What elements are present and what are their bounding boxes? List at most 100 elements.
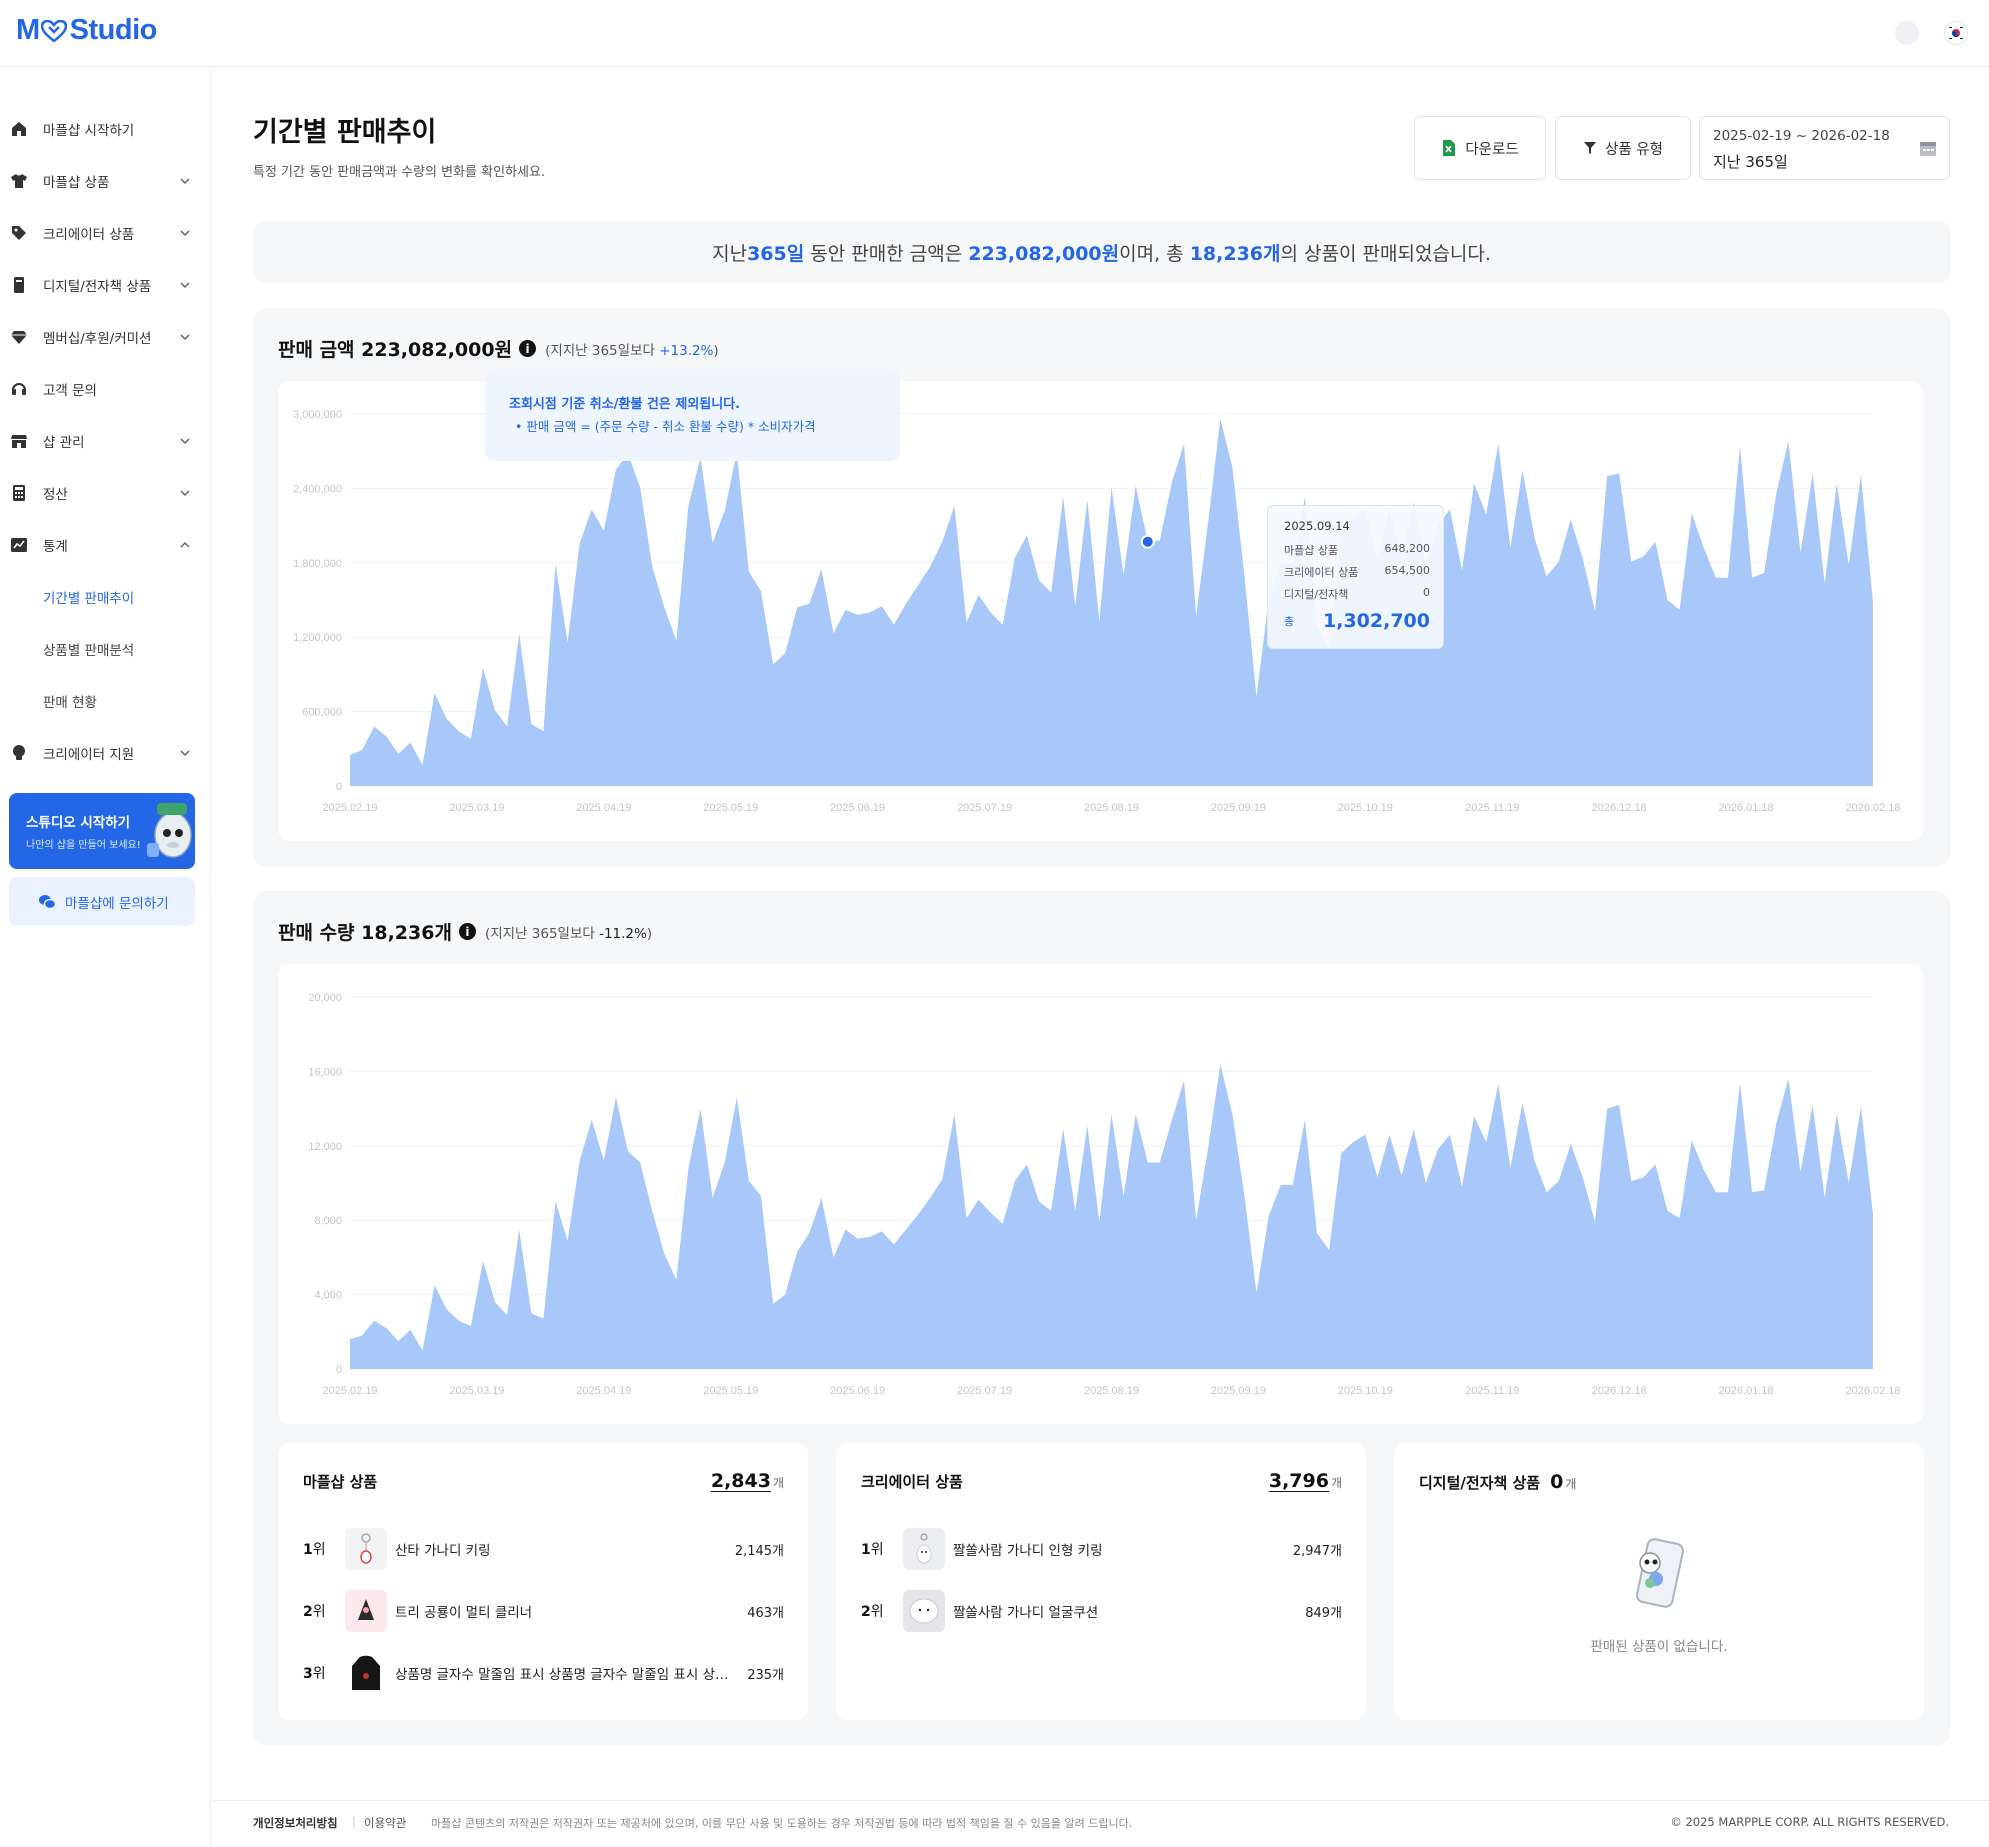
y-tick-label: 600,000 xyxy=(302,707,342,719)
rank-position: 1위 xyxy=(861,1539,903,1559)
sidebar-item-membership[interactable]: 멤버십/후원/커미션 xyxy=(0,317,211,357)
sidebar-item-shop-management[interactable]: 샵 관리 xyxy=(0,421,211,461)
info-icon[interactable]: i xyxy=(519,340,537,357)
ranking-total-value[interactable]: 3,796 xyxy=(1269,1470,1329,1492)
sales-amount-title: 판매 금액 223,082,000원 xyxy=(278,339,513,361)
ranking-row[interactable]: 3위 상품명 글자수 말줄임 표시 상품명 글자수 말줄임 표시 상품명 235… xyxy=(303,1651,784,1695)
footer-separator: | xyxy=(352,1815,356,1828)
date-range-text: 2025-02-19 ~ 2026-02-18 xyxy=(1713,128,1890,144)
summary-text-4: 의 상품이 판매되었습니다. xyxy=(1280,242,1491,265)
ranking-row[interactable]: 1위 짤쏠사람 가나디 인형 키링 2,947개 xyxy=(861,1527,1342,1571)
hoodie-image-icon xyxy=(352,1655,380,1690)
sidebar-item-label: 통계 xyxy=(43,539,68,555)
doll-keyring-image-icon xyxy=(916,1533,932,1564)
store-icon xyxy=(9,431,29,451)
y-tick-label: 8,000 xyxy=(314,1215,342,1227)
chevron-down-icon xyxy=(180,230,190,237)
x-tick-label: 2025.11.19 xyxy=(1465,802,1519,814)
ranking-total-unit: 개 xyxy=(772,1476,784,1490)
notice-formula: • 판매 금액 = (주문 수량 - 취소 환불 수량) * 소비자가격 xyxy=(515,419,816,434)
sales-summary-banner: 지난 365일 동안 판매한 금액은 223,082,000원 이며, 총 18… xyxy=(253,221,1950,283)
compare-value: -11.2% xyxy=(599,925,647,942)
sidebar-subitem-sales-status[interactable]: 판매 현황 xyxy=(0,683,211,719)
copyright-notice: 마플샵 콘텐츠의 저작권은 저작권자 또는 제공처에 있으며, 이를 무단 사용… xyxy=(431,1817,1133,1830)
footer: 개인정보처리방침 | 이용약관 마플샵 콘텐츠의 저작권은 저작권자 또는 제공… xyxy=(211,1800,1989,1847)
diamond-icon xyxy=(9,327,29,347)
ranking-row[interactable]: 1위 산타 가나디 키링 2,145개 xyxy=(303,1527,784,1571)
info-icon[interactable]: i xyxy=(458,923,476,940)
sidebar-item-creator-support[interactable]: 크리에이터 지원 xyxy=(0,733,211,773)
sidebar-item-digital-products[interactable]: 디지털/전자책 상품 xyxy=(0,265,211,305)
sidebar-item-settlement[interactable]: 정산 xyxy=(0,473,211,513)
sidebar-item-label: 정산 xyxy=(43,487,68,503)
app-logo[interactable]: M Studio xyxy=(16,14,157,47)
empty-state-text: 판매된 상품이 없습니다. xyxy=(1590,1639,1728,1655)
y-tick-label: 0 xyxy=(336,1364,342,1376)
sidebar-subitem-period-trend[interactable]: 기간별 판매추이 xyxy=(0,579,211,615)
rank-suffix: 위 xyxy=(312,1666,326,1682)
rank-number: 1 xyxy=(861,1542,871,1558)
rank-position: 2위 xyxy=(861,1601,903,1621)
tooltip-total-label: 총 xyxy=(1284,615,1295,628)
page-description: 특정 기간 동안 판매금액과 수량의 변화를 확인하세요. xyxy=(253,165,546,180)
chart-icon xyxy=(9,535,29,555)
home-icon xyxy=(9,119,29,139)
rank-suffix: 위 xyxy=(312,1604,326,1620)
rank-suffix: 위 xyxy=(870,1542,884,1558)
sidebar-item-start[interactable]: 마플샵 시작하기 xyxy=(0,109,211,149)
studio-start-banner[interactable]: 스튜디오 시작하기 나만의 샵을 만들어 보세요! xyxy=(9,793,195,869)
product-name: 짤쏠사람 가나디 인형 키링 xyxy=(953,1543,1103,1559)
sidebar-item-customer-inquiry[interactable]: 고객 문의 xyxy=(0,369,211,409)
filter-icon xyxy=(1584,142,1597,154)
marpple-inquiry-button[interactable]: 마플샵에 문의하기 xyxy=(9,877,195,926)
y-tick-label: 2,400,000 xyxy=(293,483,342,495)
calendar-icon xyxy=(1920,142,1936,156)
product-count: 2,947개 xyxy=(1292,1543,1342,1559)
summary-days: 365일 xyxy=(747,242,805,265)
sidebar-item-creator-products[interactable]: 크리에이터 상품 xyxy=(0,213,211,253)
sidebar-item-label: 마플샵 시작하기 xyxy=(43,123,135,139)
product-type-filter-button[interactable]: 상품 유형 xyxy=(1555,116,1691,180)
user-avatar[interactable] xyxy=(1895,21,1919,45)
date-preset-label: 지난 365일 xyxy=(1713,153,1788,171)
ranking-row[interactable]: 2위 짤쏠사람 가나디 얼굴쿠션 849개 xyxy=(861,1589,1342,1633)
x-tick-label: 2025.06.19 xyxy=(830,802,885,814)
x-tick-label: 2026.02.18 xyxy=(1845,1385,1900,1397)
tshirt-icon xyxy=(9,171,29,191)
notice-title: 조회시점 기준 취소/환불 건은 제외됩니다. xyxy=(509,397,741,412)
sidebar-item-marpple-products[interactable]: 마플샵 상품 xyxy=(0,161,211,201)
chevron-down-icon xyxy=(180,490,190,497)
terms-link[interactable]: 이용약관 xyxy=(364,1815,406,1831)
logo-prefix: M xyxy=(16,14,40,46)
y-tick-label: 1,200,000 xyxy=(293,632,342,644)
compare-prefix: (지지난 365일보다 xyxy=(545,342,660,359)
lightbulb-icon xyxy=(9,743,29,763)
compare-prefix: (지지난 365일보다 xyxy=(484,925,600,942)
download-button[interactable]: 다운로드 xyxy=(1414,116,1546,180)
x-tick-label: 2025.04.19 xyxy=(576,1385,631,1397)
ranking-total-unit: 개 xyxy=(1330,1476,1342,1490)
sidebar-subitem-product-analysis[interactable]: 상품별 판매분석 xyxy=(0,631,211,667)
sidebar-subitem-label: 상품별 판매분석 xyxy=(43,643,135,659)
x-tick-label: 2025.10.19 xyxy=(1338,1385,1393,1397)
ranking-card-marpple: 마플샵 상품 2,843 개 1위 산타 가나디 키링 2,145개 2위 트리 … xyxy=(278,1443,808,1720)
x-tick-label: 2025.09.19 xyxy=(1211,802,1266,814)
ranking-total-value[interactable]: 2,843 xyxy=(711,1470,771,1492)
date-range-picker[interactable]: 2025-02-19 ~ 2026-02-18 지난 365일 xyxy=(1699,116,1950,180)
sales-quantity-chart: 20,000 16,000 12,000 8,000 4,000 0 2025.02.19 2… xyxy=(278,964,1923,1424)
ranking-card-digital: 디지털/전자책 상품 0 개 판매된 상품이 없습니다. xyxy=(1394,1443,1924,1720)
logo-suffix: Studio xyxy=(69,14,158,46)
ranking-row[interactable]: 2위 트리 공룡이 멀티 클리너 463개 xyxy=(303,1589,784,1633)
ranking-total-unit: 개 xyxy=(1565,1477,1577,1491)
inquiry-label: 마플샵에 문의하기 xyxy=(65,895,169,912)
rank-number: 2 xyxy=(861,1604,871,1620)
language-flag-icon[interactable] xyxy=(1944,21,1968,45)
area-series xyxy=(350,1064,1873,1369)
highlight-point xyxy=(1140,534,1155,549)
privacy-policy-link[interactable]: 개인정보처리방침 xyxy=(253,1815,338,1831)
x-tick-label: 2025.02.19 xyxy=(322,1385,377,1397)
sidebar-item-statistics[interactable]: 통계 xyxy=(0,525,211,565)
sales-quantity-chart-svg[interactable]: 20,000 16,000 12,000 8,000 4,000 0 2025.02.19 2… xyxy=(278,964,1923,1424)
tag-icon xyxy=(9,223,29,243)
product-count: 235개 xyxy=(747,1667,784,1683)
